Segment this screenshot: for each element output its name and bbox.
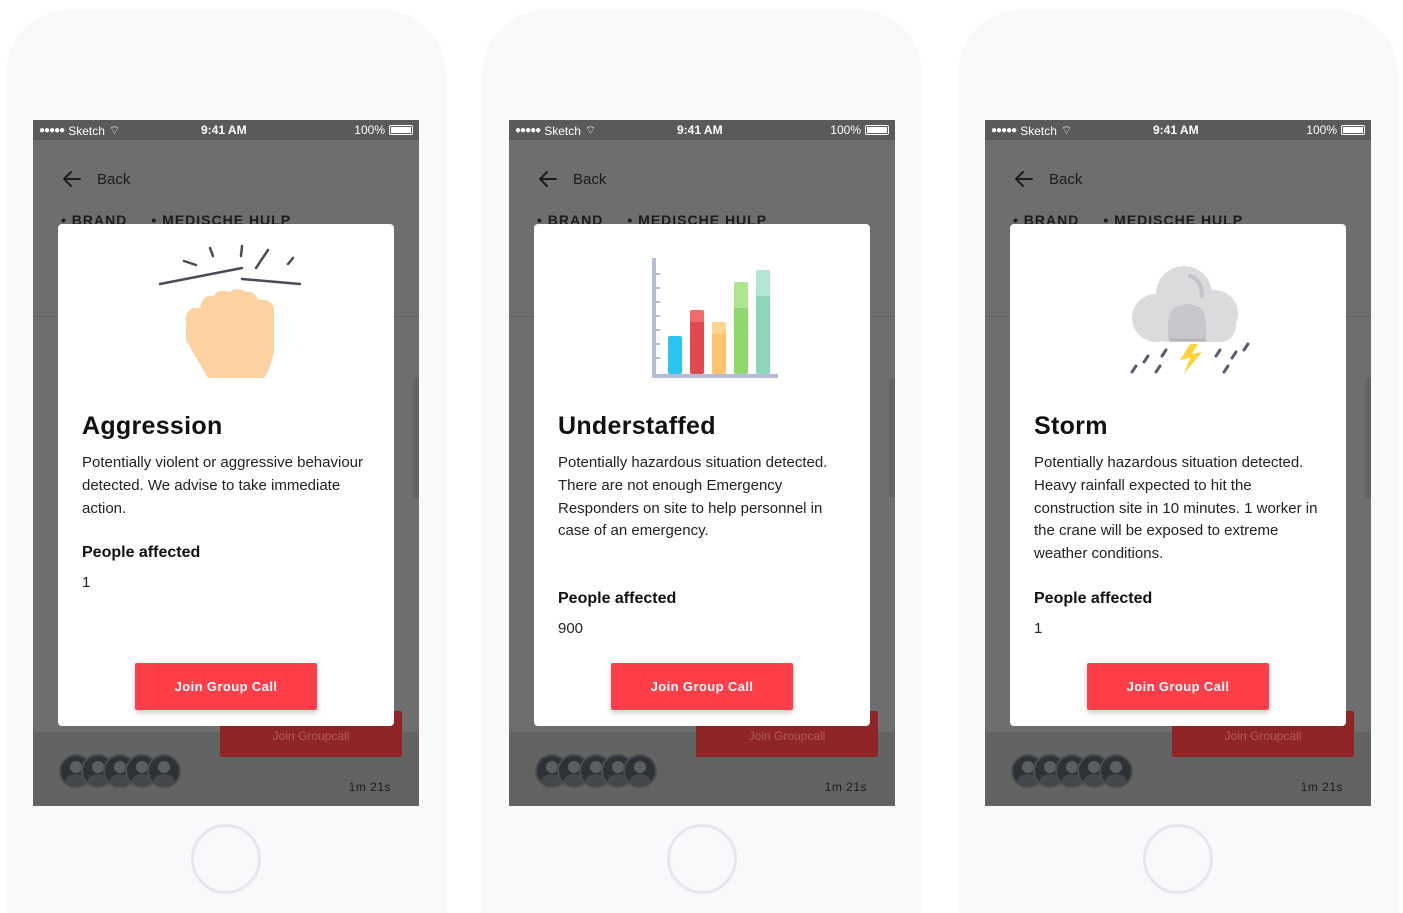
join-group-call-button[interactable]: Join Group Call xyxy=(611,663,793,710)
people-affected-value: 900 xyxy=(558,620,584,637)
alert-title: Aggression xyxy=(82,412,223,440)
wifi-icon: ⌔ xyxy=(1060,123,1073,137)
battery-icon xyxy=(1341,125,1365,135)
status-bar: ●●●●● Sketch ⌔ 9:41 AM 100% xyxy=(33,120,419,140)
back-button[interactable]: Back xyxy=(537,168,606,190)
battery-percent: 100% xyxy=(830,123,861,137)
wifi-icon: ⌔ xyxy=(584,123,597,137)
bar-chart-icon xyxy=(652,258,778,378)
signal-dots-icon: ●●●●● xyxy=(991,125,1017,136)
phone-screen: ●●●●●Sketch⌔ 9:41 AM 100% Back BRAND MED… xyxy=(985,120,1371,806)
carrier-label: Sketch xyxy=(68,123,105,138)
background-card xyxy=(413,378,419,498)
home-button[interactable] xyxy=(191,824,261,894)
home-button[interactable] xyxy=(1143,824,1213,894)
phone-frame: ●●●●●Sketch⌔ 9:41 AM 100% Back BRAND MED… xyxy=(958,10,1398,913)
avatar xyxy=(623,754,657,788)
alert-description: Potentially hazardous situation detected… xyxy=(1034,454,1318,563)
carrier-label: Sketch xyxy=(544,123,581,138)
status-bar: ●●●●● Sketch ⌔ 9:41 AM 100% xyxy=(985,120,1371,140)
phone-screen: ●●●●●Sketch⌔ 9:41 AM 100% Back BRAND MED… xyxy=(33,120,419,806)
participant-avatars xyxy=(1011,754,1133,788)
back-arrow-icon xyxy=(1015,171,1033,187)
alert-modal: Aggression Potentially violent or aggres… xyxy=(58,224,394,726)
back-arrow-icon xyxy=(63,171,81,187)
status-time: 9:41 AM xyxy=(677,123,723,137)
call-duration: 1m 21s xyxy=(348,780,391,794)
people-affected-label: People affected xyxy=(558,590,677,607)
signal-dots-icon: ●●●●● xyxy=(39,125,65,136)
call-duration: 1m 21s xyxy=(1300,780,1343,794)
battery-percent: 100% xyxy=(1306,123,1337,137)
call-duration: 1m 21s xyxy=(824,780,867,794)
back-label: Back xyxy=(97,170,131,188)
carrier-label: Sketch xyxy=(1020,123,1057,138)
avatar xyxy=(147,754,181,788)
raised-fist-icon xyxy=(158,244,302,378)
alert-title: Understaffed xyxy=(558,412,716,440)
signal-dots-icon: ●●●●● xyxy=(515,125,541,136)
phone-screen: ●●●●●Sketch⌔ 9:41 AM 100% Back BRAND MED… xyxy=(509,120,895,806)
phone-frame: ●●●●●Sketch⌔ 9:41 AM 100% Back BRAND MED… xyxy=(482,10,922,913)
home-button[interactable] xyxy=(667,824,737,894)
back-button[interactable]: Back xyxy=(61,168,130,190)
back-label: Back xyxy=(1049,170,1083,188)
status-time: 9:41 AM xyxy=(201,123,247,137)
back-label: Back xyxy=(573,170,607,188)
join-group-call-button[interactable]: Join Group Call xyxy=(135,663,317,710)
background-card xyxy=(889,378,895,498)
people-affected-label: People affected xyxy=(82,544,201,561)
phone-frame: ●●●●●Sketch⌔ 9:41 AM 100% Back BRAND MED… xyxy=(6,10,446,913)
people-affected-value: 1 xyxy=(1034,620,1043,637)
storm-cloud-icon xyxy=(1130,266,1250,374)
wifi-icon: ⌔ xyxy=(108,123,121,137)
participant-avatars xyxy=(535,754,657,788)
join-group-call-button[interactable]: Join Group Call xyxy=(1087,663,1269,710)
participant-avatars xyxy=(59,754,181,788)
back-button[interactable]: Back xyxy=(1013,168,1082,190)
alert-modal: Understaffed Potentially hazardous situa… xyxy=(534,224,870,726)
alert-description: Potentially hazardous situation detected… xyxy=(558,454,828,540)
alert-modal: Storm Potentially hazardous situation de… xyxy=(1010,224,1346,726)
avatar xyxy=(1099,754,1133,788)
battery-icon xyxy=(865,125,889,135)
alert-description: Potentially violent or aggressive behavi… xyxy=(82,454,363,517)
battery-percent: 100% xyxy=(354,123,385,137)
alert-title: Storm xyxy=(1034,412,1108,440)
background-card xyxy=(1365,378,1371,498)
back-arrow-icon xyxy=(539,171,557,187)
battery-icon xyxy=(389,125,413,135)
people-affected-label: People affected xyxy=(1034,590,1153,607)
status-time: 9:41 AM xyxy=(1153,123,1199,137)
status-bar: ●●●●● Sketch ⌔ 9:41 AM 100% xyxy=(509,120,895,140)
people-affected-value: 1 xyxy=(82,574,91,591)
